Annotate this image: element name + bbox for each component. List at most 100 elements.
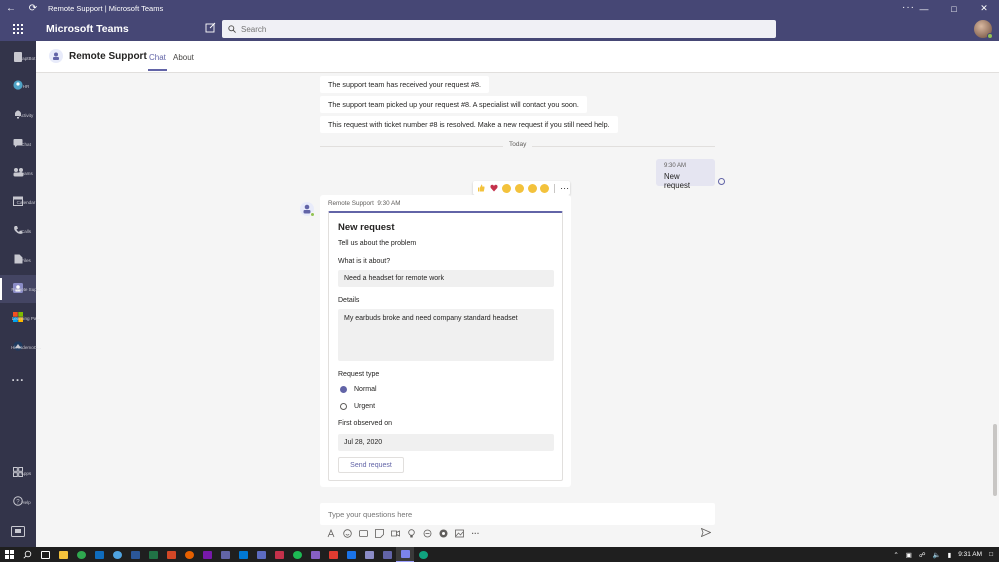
- visual-studio-icon[interactable]: [306, 547, 324, 562]
- laugh-icon[interactable]: [501, 183, 512, 194]
- chat-scrollbar[interactable]: [993, 424, 997, 496]
- minimize-icon[interactable]: —: [909, 0, 939, 17]
- rail-item-teams[interactable]: Teams: [0, 159, 36, 187]
- tab-chat[interactable]: Chat: [148, 53, 167, 71]
- status-available-icon: [310, 212, 315, 217]
- rail-item-remote-support[interactable]: Remote Sup...: [0, 275, 41, 303]
- outlook-icon[interactable]: [90, 547, 108, 562]
- search-input[interactable]: [241, 24, 741, 34]
- send-request-button[interactable]: Send request: [338, 457, 404, 473]
- window-title: Remote Support | Microsoft Teams: [48, 4, 164, 13]
- tab-about[interactable]: About: [173, 53, 194, 62]
- tray-app-icon[interactable]: ▣: [906, 551, 912, 559]
- heart-icon[interactable]: [489, 183, 500, 194]
- adaptive-card: New request Tell us about the problem Wh…: [328, 211, 563, 481]
- notifications-icon[interactable]: □: [989, 551, 993, 558]
- radio-normal[interactable]: Normal: [340, 386, 377, 393]
- compose-box[interactable]: [320, 503, 715, 525]
- meet-icon[interactable]: [391, 529, 400, 538]
- spotify-icon[interactable]: [288, 547, 306, 562]
- app-taskbar-icon[interactable]: [234, 547, 252, 562]
- image-icon[interactable]: [455, 529, 464, 538]
- chat-title: Remote Support: [69, 51, 147, 62]
- more-actions-icon[interactable]: ···: [559, 183, 570, 194]
- taskbar-search-icon[interactable]: [18, 547, 36, 562]
- file-explorer-icon[interactable]: [54, 547, 72, 562]
- browser-icon[interactable]: [108, 547, 126, 562]
- battery-icon[interactable]: ▮: [948, 551, 952, 559]
- sticker-icon[interactable]: [375, 529, 384, 538]
- app-taskbar-icon[interactable]: [342, 547, 360, 562]
- details-label: Details: [338, 297, 360, 304]
- new-chat-icon[interactable]: [198, 22, 222, 36]
- close-icon[interactable]: ✕: [969, 0, 999, 17]
- maximize-icon[interactable]: □: [939, 0, 969, 17]
- rail-item-calls[interactable]: Calls: [0, 217, 36, 245]
- praise-icon[interactable]: [407, 529, 416, 538]
- word-icon[interactable]: [126, 547, 144, 562]
- rail-item-help[interactable]: ? Help: [0, 488, 36, 516]
- system-tray: ⌃ ▣ ☍ 🔈 ▮ 9:31 AM □: [893, 547, 993, 562]
- app-launcher-icon[interactable]: [0, 17, 36, 41]
- user-avatar[interactable]: [974, 20, 993, 39]
- teams-taskbar-icon[interactable]: [216, 547, 234, 562]
- firefox-icon[interactable]: [180, 547, 198, 562]
- search-box[interactable]: [222, 20, 776, 38]
- app-header: Microsoft Teams: [0, 17, 999, 41]
- emoji-icon[interactable]: [343, 529, 352, 538]
- rail-item-adaptbot[interactable]: AdaptBot: [0, 44, 36, 72]
- date-input[interactable]: Jul 28, 2020: [338, 434, 554, 451]
- powerpoint-icon[interactable]: [162, 547, 180, 562]
- excel-icon[interactable]: [144, 547, 162, 562]
- network-icon[interactable]: ☍: [919, 551, 926, 559]
- refresh-icon[interactable]: ⟳: [22, 0, 44, 17]
- rail-item-calendar[interactable]: Calendar: [0, 188, 36, 216]
- rail-item-learning[interactable]: Learning Pa...: [0, 304, 40, 332]
- windows-taskbar: ⌃ ▣ ☍ 🔈 ▮ 9:31 AM □: [0, 547, 999, 562]
- loop-icon[interactable]: [423, 529, 432, 538]
- app-taskbar-icon[interactable]: [360, 547, 378, 562]
- rail-item-apps[interactable]: Apps: [0, 459, 36, 487]
- my-message[interactable]: 9:30 AM New request: [656, 159, 715, 190]
- rail-item-chat[interactable]: Chat: [0, 130, 36, 158]
- app-taskbar-icon[interactable]: [270, 547, 288, 562]
- more-options-icon[interactable]: ···: [471, 529, 480, 538]
- format-icon[interactable]: [327, 529, 336, 538]
- back-arrow-icon[interactable]: ←: [0, 0, 22, 17]
- window-controls: — □ ✕: [909, 0, 999, 17]
- device-button[interactable]: [0, 519, 36, 547]
- app-taskbar-icon[interactable]: [252, 547, 270, 562]
- sad-icon[interactable]: [527, 183, 538, 194]
- app-taskbar-icon[interactable]: [414, 547, 432, 562]
- chevron-up-icon[interactable]: ⌃: [893, 551, 898, 559]
- rail-item-hr[interactable]: HR: [0, 72, 36, 100]
- details-textarea[interactable]: My earbuds broke and need company standa…: [338, 309, 554, 361]
- card-subtitle: Tell us about the problem: [338, 240, 417, 247]
- volume-icon[interactable]: 🔈: [933, 551, 941, 559]
- rail-item-hicksdemo[interactable]: HicksdemoC...: [0, 333, 41, 361]
- app-name: Microsoft Teams: [46, 23, 129, 35]
- angry-icon[interactable]: [540, 183, 551, 194]
- compose-input[interactable]: [328, 509, 698, 519]
- teams-active-taskbar-icon[interactable]: [396, 547, 414, 562]
- onenote-icon[interactable]: [198, 547, 216, 562]
- edge-icon[interactable]: [72, 547, 90, 562]
- card-title: New request: [338, 222, 395, 233]
- teams-taskbar-icon[interactable]: [378, 547, 396, 562]
- app-taskbar-icon[interactable]: [324, 547, 342, 562]
- radio-label: Normal: [354, 386, 377, 393]
- more-apps-button[interactable]: ...: [0, 363, 36, 391]
- app-extension-icon[interactable]: [439, 529, 448, 538]
- about-input[interactable]: Need a headset for remote work: [338, 270, 554, 287]
- rail-item-files[interactable]: Files: [0, 246, 36, 274]
- taskview-icon[interactable]: [36, 547, 54, 562]
- send-icon[interactable]: [700, 527, 712, 539]
- message-time: 9:30 AM: [377, 200, 401, 207]
- radio-urgent[interactable]: Urgent: [340, 403, 375, 410]
- rail-item-activity[interactable]: Activity: [0, 101, 36, 129]
- gif-icon[interactable]: [359, 529, 368, 538]
- like-icon[interactable]: [476, 183, 487, 194]
- surprised-icon[interactable]: [514, 183, 525, 194]
- windows-start-icon[interactable]: [0, 547, 18, 562]
- clock-time[interactable]: 9:31 AM: [958, 551, 982, 558]
